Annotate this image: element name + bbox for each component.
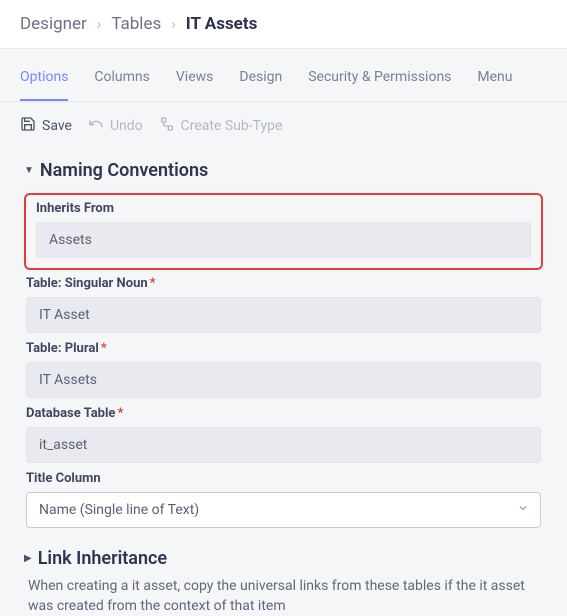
tab-menu[interactable]: Menu (477, 65, 512, 101)
chevron-right-icon: › (171, 15, 176, 33)
label-database-table: Database Table* (26, 406, 541, 421)
tab-views[interactable]: Views (176, 65, 214, 101)
toolbar: Save Undo Create Sub-Type (0, 102, 567, 150)
undo-label: Undo (110, 118, 143, 134)
input-singular-noun[interactable] (26, 297, 541, 333)
breadcrumb-tables[interactable]: Tables (111, 14, 161, 34)
save-icon (20, 116, 36, 136)
tab-security[interactable]: Security & Permissions (308, 65, 451, 101)
breadcrumb-designer[interactable]: Designer (20, 14, 87, 34)
undo-button[interactable]: Undo (88, 116, 143, 136)
undo-icon (88, 116, 104, 136)
create-subtype-button[interactable]: Create Sub-Type (159, 116, 283, 136)
content-area: ▼ Naming Conventions Inherits From Table… (0, 160, 567, 616)
breadcrumb: Designer › Tables › IT Assets (0, 0, 567, 49)
section-link-inheritance-header[interactable]: ▶ Link Inheritance (24, 548, 543, 569)
tab-columns[interactable]: Columns (94, 65, 149, 101)
chevron-right-icon: › (97, 15, 102, 33)
tab-bar: Options Columns Views Design Security & … (0, 65, 567, 102)
save-button[interactable]: Save (20, 116, 72, 136)
create-subtype-label: Create Sub-Type (181, 118, 283, 134)
caret-down-icon: ▼ (24, 165, 34, 176)
subtype-icon (159, 116, 175, 136)
label-plural: Table: Plural* (26, 341, 541, 356)
section-title: Naming Conventions (40, 160, 208, 181)
save-label: Save (42, 118, 72, 134)
input-inherits-from[interactable] (36, 222, 531, 258)
tab-design[interactable]: Design (239, 65, 282, 101)
breadcrumb-current: IT Assets (186, 14, 258, 34)
label-singular-noun: Table: Singular Noun* (26, 276, 541, 291)
select-title-column[interactable]: Name (Single line of Text) (26, 492, 541, 528)
highlight-inherits-from: Inherits From (24, 193, 543, 270)
input-database-table[interactable] (26, 427, 541, 463)
caret-right-icon: ▶ (24, 553, 32, 564)
label-inherits-from: Inherits From (36, 201, 531, 216)
label-title-column: Title Column (26, 471, 541, 486)
input-plural[interactable] (26, 362, 541, 398)
section-naming-conventions-header[interactable]: ▼ Naming Conventions (24, 160, 543, 181)
tab-options[interactable]: Options (20, 65, 68, 101)
link-inheritance-description: When creating a it asset, copy the unive… (28, 577, 543, 616)
section-title: Link Inheritance (38, 548, 167, 569)
